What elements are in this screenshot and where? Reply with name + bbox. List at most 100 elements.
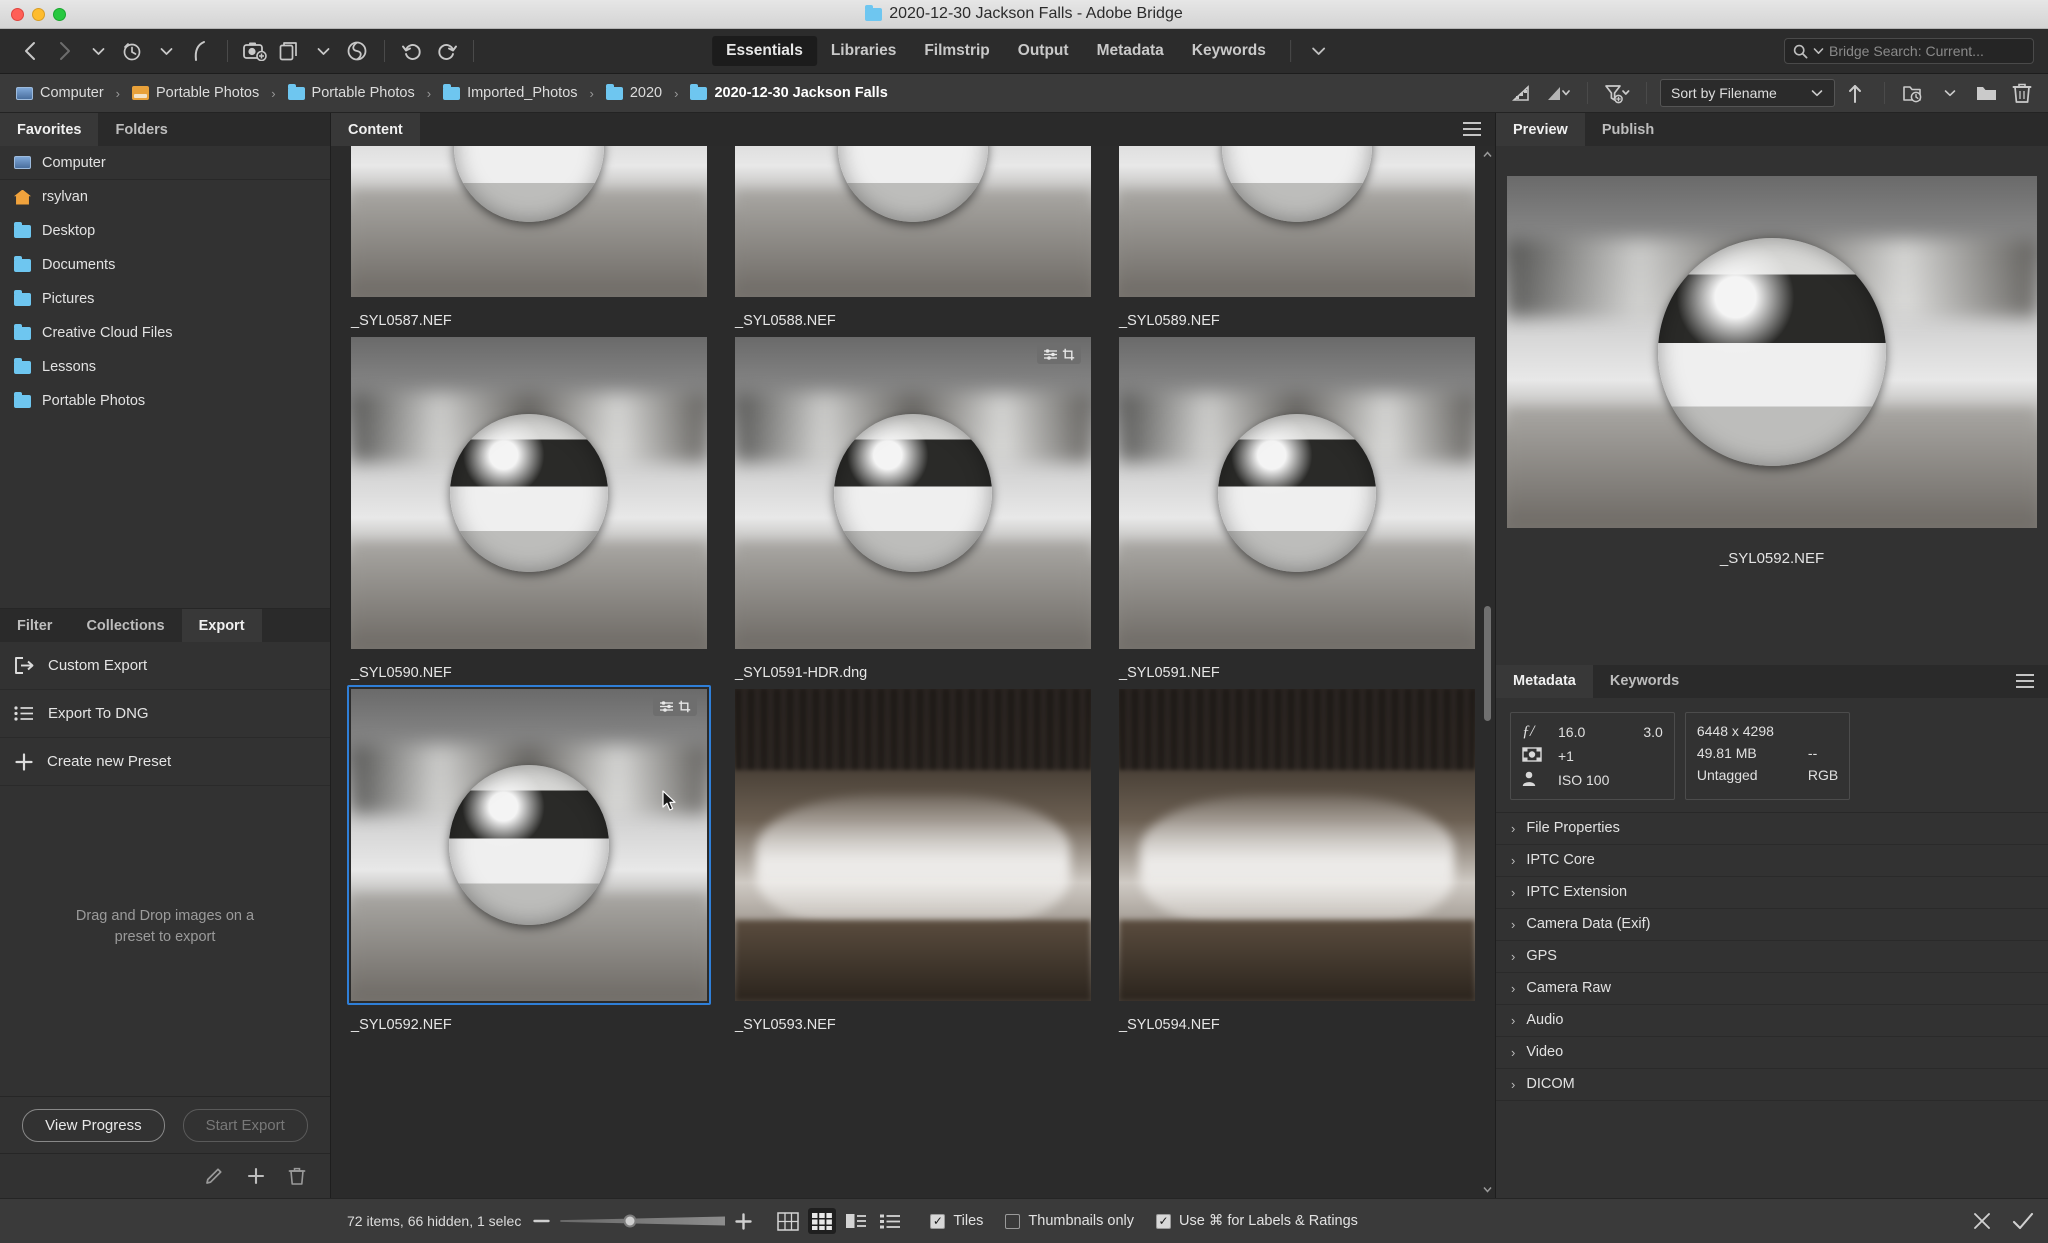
checkbox-use-cmd-for-labels[interactable]: ✓ Use ⌘ for Labels & Ratings (1156, 1213, 1358, 1229)
start-export-button[interactable]: Start Export (183, 1109, 308, 1142)
slider-track[interactable] (560, 1216, 725, 1226)
workspace-tab-output[interactable]: Output (1004, 36, 1083, 66)
thumbnail-image[interactable] (735, 337, 1091, 649)
filter-rating-icon[interactable] (1506, 77, 1538, 109)
open-in-camera-raw-icon[interactable] (341, 35, 373, 67)
workspace-tab-libraries[interactable]: Libraries (817, 36, 910, 66)
metadata-section-dicom[interactable]: › DICOM (1496, 1069, 2048, 1101)
sort-ascending-icon[interactable] (1839, 77, 1871, 109)
workspace-tab-metadata[interactable]: Metadata (1083, 36, 1178, 66)
pencil-icon[interactable] (204, 1166, 224, 1186)
metadata-section-audio[interactable]: › Audio (1496, 1005, 2048, 1037)
tab-keywords[interactable]: Keywords (1593, 665, 1696, 698)
scrollbar-thumb[interactable] (1484, 606, 1491, 721)
go-back-button[interactable] (14, 35, 46, 67)
sidebar-item-creative-cloud-files[interactable]: Creative Cloud Files (0, 316, 330, 350)
thumbnail-item[interactable]: _SYL0591.NEF (1115, 333, 1479, 685)
tab-export[interactable]: Export (182, 609, 262, 642)
metadata-section-camera-raw[interactable]: › Camera Raw (1496, 973, 2048, 1005)
breadcrumb-item-imported-photos[interactable]: Imported_Photos (439, 83, 581, 103)
recent-dropdown-icon[interactable] (82, 35, 114, 67)
plus-icon[interactable] (735, 1213, 752, 1230)
thumbnail-image[interactable] (351, 689, 707, 1001)
recent-history-icon[interactable] (116, 35, 148, 67)
tab-content[interactable]: Content (331, 113, 420, 146)
sidebar-item-desktop[interactable]: Desktop (0, 214, 330, 248)
breadcrumb-item-computer[interactable]: Computer (12, 83, 108, 103)
delete-icon[interactable] (2006, 77, 2038, 109)
minus-icon[interactable] (533, 1217, 550, 1225)
go-to-parent-icon[interactable] (184, 35, 216, 67)
thumbnail-image[interactable] (351, 337, 707, 649)
view-progress-button[interactable]: View Progress (22, 1109, 164, 1142)
scroll-down-icon[interactable] (1482, 1183, 1493, 1196)
checkbox-tiles[interactable]: ✓ Tiles (930, 1213, 983, 1229)
history-dropdown-icon[interactable] (150, 35, 182, 67)
create-new-preset-button[interactable]: Create new Preset (0, 738, 330, 786)
thumbnail-item-selected[interactable]: _SYL0592.NEF (347, 685, 711, 1037)
rotate-clockwise-icon[interactable] (430, 35, 462, 67)
new-subfolder-dropdown-icon[interactable] (1934, 77, 1966, 109)
details-view-icon[interactable] (842, 1208, 870, 1234)
go-forward-button[interactable] (48, 35, 80, 67)
sort-dropdown[interactable]: Sort by Filename (1660, 79, 1835, 107)
thumbnail-image[interactable] (735, 689, 1091, 1001)
rotate-counterclockwise-icon[interactable] (396, 35, 428, 67)
thumbnail-image[interactable] (1119, 337, 1475, 649)
filter-rating-dropdown-icon[interactable] (1542, 77, 1574, 109)
workspace-tab-filmstrip[interactable]: Filmstrip (910, 36, 1003, 66)
thumbnail-image[interactable] (1119, 689, 1475, 1001)
metadata-section-camera-data-exif[interactable]: › Camera Data (Exif) (1496, 909, 2048, 941)
thumbnail-image[interactable] (735, 146, 1091, 297)
scroll-up-icon[interactable] (1482, 148, 1493, 161)
thumbnail-size-slider[interactable] (533, 1213, 752, 1230)
thumbnail-grid-container[interactable]: _SYL0587.NEF _SYL0588.NEF (331, 146, 1495, 1198)
workspace-tab-essentials[interactable]: Essentials (712, 36, 817, 66)
content-scrollbar[interactable] (1482, 146, 1493, 1198)
trash-icon[interactable] (288, 1166, 306, 1186)
thumbnail-item[interactable]: _SYL0589.NEF (1115, 146, 1479, 333)
sidebar-item-portable-photos[interactable]: Portable Photos (0, 384, 330, 418)
slider-knob[interactable] (623, 1215, 636, 1228)
panel-menu-icon[interactable] (2016, 674, 2034, 692)
workspace-tab-keywords[interactable]: Keywords (1178, 36, 1280, 66)
thumbnail-item[interactable]: _SYL0594.NEF (1115, 685, 1479, 1037)
checkbox-box-checked[interactable]: ✓ (930, 1214, 945, 1229)
tab-collections[interactable]: Collections (69, 609, 181, 642)
chevron-down-icon[interactable] (1301, 46, 1336, 56)
breadcrumb-item-portable-photos[interactable]: Portable Photos (284, 83, 419, 103)
sidebar-item-computer[interactable]: Computer (0, 146, 330, 180)
metadata-section-iptc-extension[interactable]: › IPTC Extension (1496, 877, 2048, 909)
tab-publish[interactable]: Publish (1585, 113, 1671, 146)
thumbnail-item[interactable]: _SYL0588.NEF (731, 146, 1095, 333)
filter-funnel-icon[interactable] (1601, 77, 1633, 109)
metadata-section-iptc-core[interactable]: › IPTC Core (1496, 845, 2048, 877)
tab-folders[interactable]: Folders (98, 113, 184, 146)
new-folder-icon[interactable] (1970, 77, 2002, 109)
get-photos-from-camera-icon[interactable] (239, 35, 271, 67)
metadata-section-file-properties[interactable]: › File Properties (1496, 813, 2048, 845)
tab-preview[interactable]: Preview (1496, 113, 1585, 146)
sidebar-item-rsylvan[interactable]: rsylvan (0, 180, 330, 214)
grid-lock-view-icon[interactable] (774, 1208, 802, 1234)
metadata-section-gps[interactable]: › GPS (1496, 941, 2048, 973)
breadcrumb-item-2020[interactable]: 2020 (602, 83, 666, 103)
refine-copies-icon[interactable] (273, 35, 305, 67)
preview-image[interactable] (1507, 176, 2037, 528)
refine-dropdown-icon[interactable] (307, 35, 339, 67)
sidebar-item-lessons[interactable]: Lessons (0, 350, 330, 384)
new-subfolder-icon[interactable] (1898, 77, 1930, 109)
checkbox-box-unchecked[interactable] (1005, 1214, 1020, 1229)
plus-icon[interactable] (246, 1166, 266, 1186)
export-preset-custom-export[interactable]: Custom Export (0, 642, 330, 690)
tab-favorites[interactable]: Favorites (0, 113, 98, 146)
sidebar-item-pictures[interactable]: Pictures (0, 282, 330, 316)
thumbnail-item[interactable]: _SYL0593.NEF (731, 685, 1095, 1037)
tab-metadata[interactable]: Metadata (1496, 665, 1593, 698)
breadcrumb-item-portable-photos-drive[interactable]: Portable Photos (128, 83, 263, 103)
thumbnail-image[interactable] (351, 146, 707, 297)
checkbox-box-checked[interactable]: ✓ (1156, 1214, 1171, 1229)
breadcrumb-item-current-folder[interactable]: 2020-12-30 Jackson Falls (686, 83, 891, 103)
thumbnail-item[interactable]: _SYL0587.NEF (347, 146, 711, 333)
grid-view-icon[interactable] (808, 1208, 836, 1234)
